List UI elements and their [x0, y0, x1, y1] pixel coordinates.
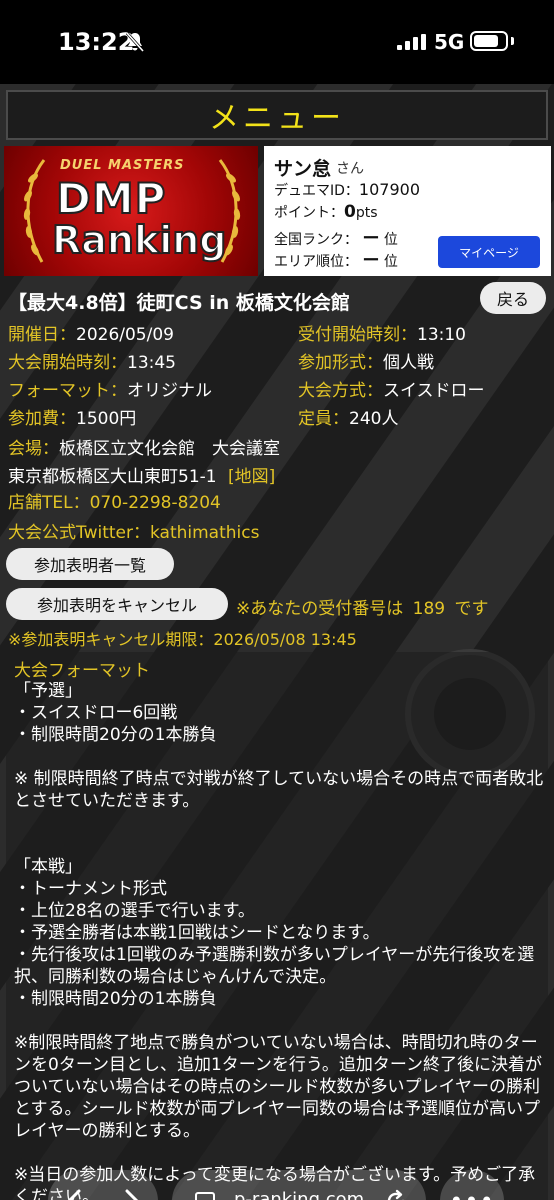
mypage-button[interactable]: マイページ — [438, 236, 540, 268]
twitter-label: 大会公式Twitter — [8, 523, 133, 543]
capacity: 定員：240人 — [298, 409, 399, 429]
format-section-body: 「予選」 ・スイスドロー6回戦 ・制限時間20分の1本勝負 ※ 制限時間終了時点… — [14, 681, 544, 1200]
user-honorific: さん — [336, 161, 364, 177]
event-title: 【最大4.8倍】徒町CS in 板橋文化会館 — [8, 292, 350, 314]
venue: 会場：板橋区立文化会館 大会議室 — [8, 439, 280, 459]
banner-brand-text: DUEL MASTERS — [60, 158, 185, 173]
event-date: 開催日：2026/05/09 — [8, 325, 174, 345]
start-time: 大会開始時刻：13:45 — [8, 353, 176, 373]
entry-type: 参加形式：個人戦 — [298, 353, 434, 373]
dmp-ranking-logo[interactable]: DUEL MASTERS DMP Ranking — [4, 146, 258, 276]
event-date-value: 2026/05/09 — [76, 325, 174, 345]
capacity-label: 定員 — [298, 409, 332, 429]
back-button[interactable]: 戻る — [480, 282, 546, 314]
official-twitter: 大会公式Twitter：kathimathics — [8, 523, 260, 543]
user-area-rank-row: エリア順位： ー 位 — [274, 246, 398, 271]
shop-tel-link[interactable]: 070-2298-8204 — [90, 493, 221, 513]
venue-label: 会場 — [8, 439, 42, 459]
bell-muted-icon — [125, 32, 145, 52]
event-date-label: 開催日 — [8, 325, 59, 345]
entry-fee: 参加費：1500円 — [8, 409, 137, 429]
cellular-signal-icon — [397, 34, 426, 50]
entry-type-value: 個人戦 — [383, 353, 434, 373]
user-points-label: ポイント： — [274, 205, 344, 221]
page-menu-icon[interactable] — [194, 1190, 216, 1200]
entry-fee-label: 参加費 — [8, 409, 59, 429]
network-type: 5G — [434, 30, 465, 54]
cancel-deadline: ※参加表明キャンセル期限：2026/05/08 13:45 — [8, 630, 357, 649]
shop-tel-label: 店舗TEL — [8, 493, 73, 513]
forward-arrow-icon[interactable] — [116, 1186, 146, 1200]
venue-address: 東京都板橋区大山東町51-1 — [8, 467, 217, 487]
entry-type-label: 参加形式 — [298, 353, 366, 373]
user-points-row: ポイント：0pts — [274, 202, 378, 222]
entry-fee-value: 1500円 — [76, 409, 137, 429]
menu-title: メニュー — [209, 101, 345, 136]
shop-tel: 店舗TEL：070-2298-8204 — [8, 493, 221, 513]
event-system-value: スイスドロー — [383, 381, 485, 401]
battery-tip — [511, 37, 514, 45]
web-page: メニュー DUEL MASTERS DMP Ranking サン怠 さん デュエ… — [0, 84, 554, 1200]
start-time-label: 大会開始時刻 — [8, 353, 110, 373]
user-name: サン怠 — [274, 158, 332, 180]
user-id-label: デュエマID： — [274, 183, 359, 199]
banner-ranking-text: Ranking — [51, 217, 228, 263]
reception-time-value: 13:10 — [417, 325, 466, 345]
receipt-note: ※あなたの受付番号は 189 です — [236, 594, 489, 619]
event-format: フォーマット：オリジナル — [8, 381, 212, 401]
status-bar: 13:22 5G — [0, 0, 554, 84]
user-id-row: デュエマID：107900 — [274, 180, 420, 200]
reception-time: 受付開始時刻：13:10 — [298, 325, 466, 345]
area-rank-label: エリア順位： — [274, 254, 358, 270]
area-rank-value: ー — [362, 251, 380, 271]
laurel-left-icon — [23, 159, 46, 263]
map-link[interactable]: [地図] — [228, 467, 275, 487]
capacity-value: 240人 — [349, 409, 399, 429]
user-points-value: 0 — [344, 202, 356, 222]
format-section-title: 大会フォーマット — [14, 661, 150, 681]
receipt-number: 189 — [412, 599, 446, 619]
address-row: 東京都板橋区大山東町51-1 [地図] — [8, 462, 275, 487]
reception-time-label: 受付開始時刻 — [298, 325, 400, 345]
browser-nav-buttons — [48, 1170, 158, 1200]
start-time-value: 13:45 — [127, 353, 176, 373]
banner-dmp-text: DMP — [55, 173, 167, 224]
address-bar[interactable]: p-ranking.com — [172, 1170, 426, 1200]
user-points-unit: pts — [355, 205, 378, 221]
battery-icon — [470, 31, 508, 51]
event-system-label: 大会方式 — [298, 381, 366, 401]
cancel-entry-button[interactable]: 参加表明をキャンセル — [6, 588, 228, 620]
event-format-label: フォーマット — [8, 381, 110, 401]
format-section: 大会フォーマット 「予選」 ・スイスドロー6回戦 ・制限時間20分の1本勝負 ※… — [6, 652, 548, 1200]
url-text: p-ranking.com — [234, 1189, 365, 1200]
back-arrow-icon[interactable] — [60, 1186, 90, 1200]
receipt-note-prefix: ※あなたの受付番号は — [236, 599, 404, 619]
user-info-panel: サン怠 さん デュエマID：107900 ポイント：0pts 全国ランク： ー … — [264, 146, 551, 276]
menu-button[interactable]: メニュー — [6, 90, 548, 140]
event-system: 大会方式：スイスドロー — [298, 381, 485, 401]
event-format-value: オリジナル — [127, 381, 212, 401]
venue-value: 板橋区立文化会館 大会議室 — [59, 439, 280, 459]
status-time: 13:22 — [58, 28, 135, 56]
twitter-link[interactable]: kathimathics — [150, 523, 259, 543]
battery-level — [474, 35, 498, 47]
receipt-note-suffix: です — [454, 599, 489, 619]
area-rank-unit: 位 — [383, 254, 398, 270]
participants-list-button[interactable]: 参加表明者一覧 — [6, 548, 174, 580]
reload-icon[interactable] — [384, 1189, 408, 1200]
user-id-value: 107900 — [358, 180, 420, 199]
